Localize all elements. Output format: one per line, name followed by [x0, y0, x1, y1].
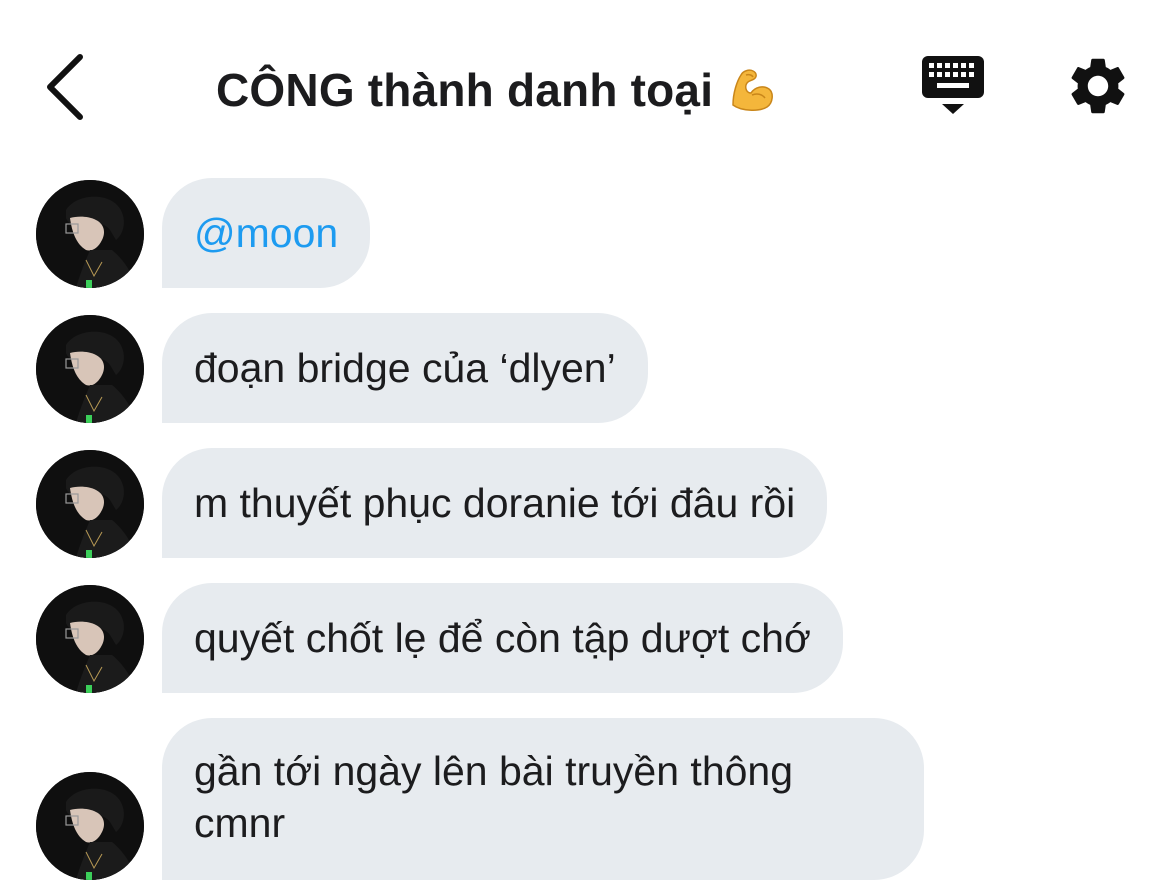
avatar[interactable]: [36, 585, 144, 693]
mention-link[interactable]: @moon: [194, 207, 338, 259]
message-text: quyết chốt lẹ để còn tập dượt chớ: [194, 615, 811, 661]
message-bubble[interactable]: gần tới ngày lên bài truyền thông cmnr: [162, 718, 924, 880]
message-bubble[interactable]: quyết chốt lẹ để còn tập dượt chớ: [162, 583, 843, 693]
avatar[interactable]: [36, 450, 144, 558]
message-text: đoạn bridge của ‘dlyen’: [194, 345, 616, 391]
message-text-line: gần tới ngày lên bài truyền thông: [194, 748, 794, 794]
message-bubble[interactable]: đoạn bridge của ‘dlyen’: [162, 313, 648, 423]
message-text-line: cmnr: [194, 800, 286, 846]
avatar[interactable]: [36, 180, 144, 288]
message-bubble[interactable]: m thuyết phục doranie tới đâu rồi: [162, 448, 828, 558]
avatar[interactable]: [36, 315, 144, 423]
message-text: m thuyết phục doranie tới đâu rồi: [194, 480, 796, 526]
avatar[interactable]: [36, 772, 144, 880]
message-list: @moon đoạn bridge của ‘dlyen’ m thuyết p…: [0, 0, 1170, 895]
message-bubble[interactable]: @moon: [162, 178, 371, 288]
